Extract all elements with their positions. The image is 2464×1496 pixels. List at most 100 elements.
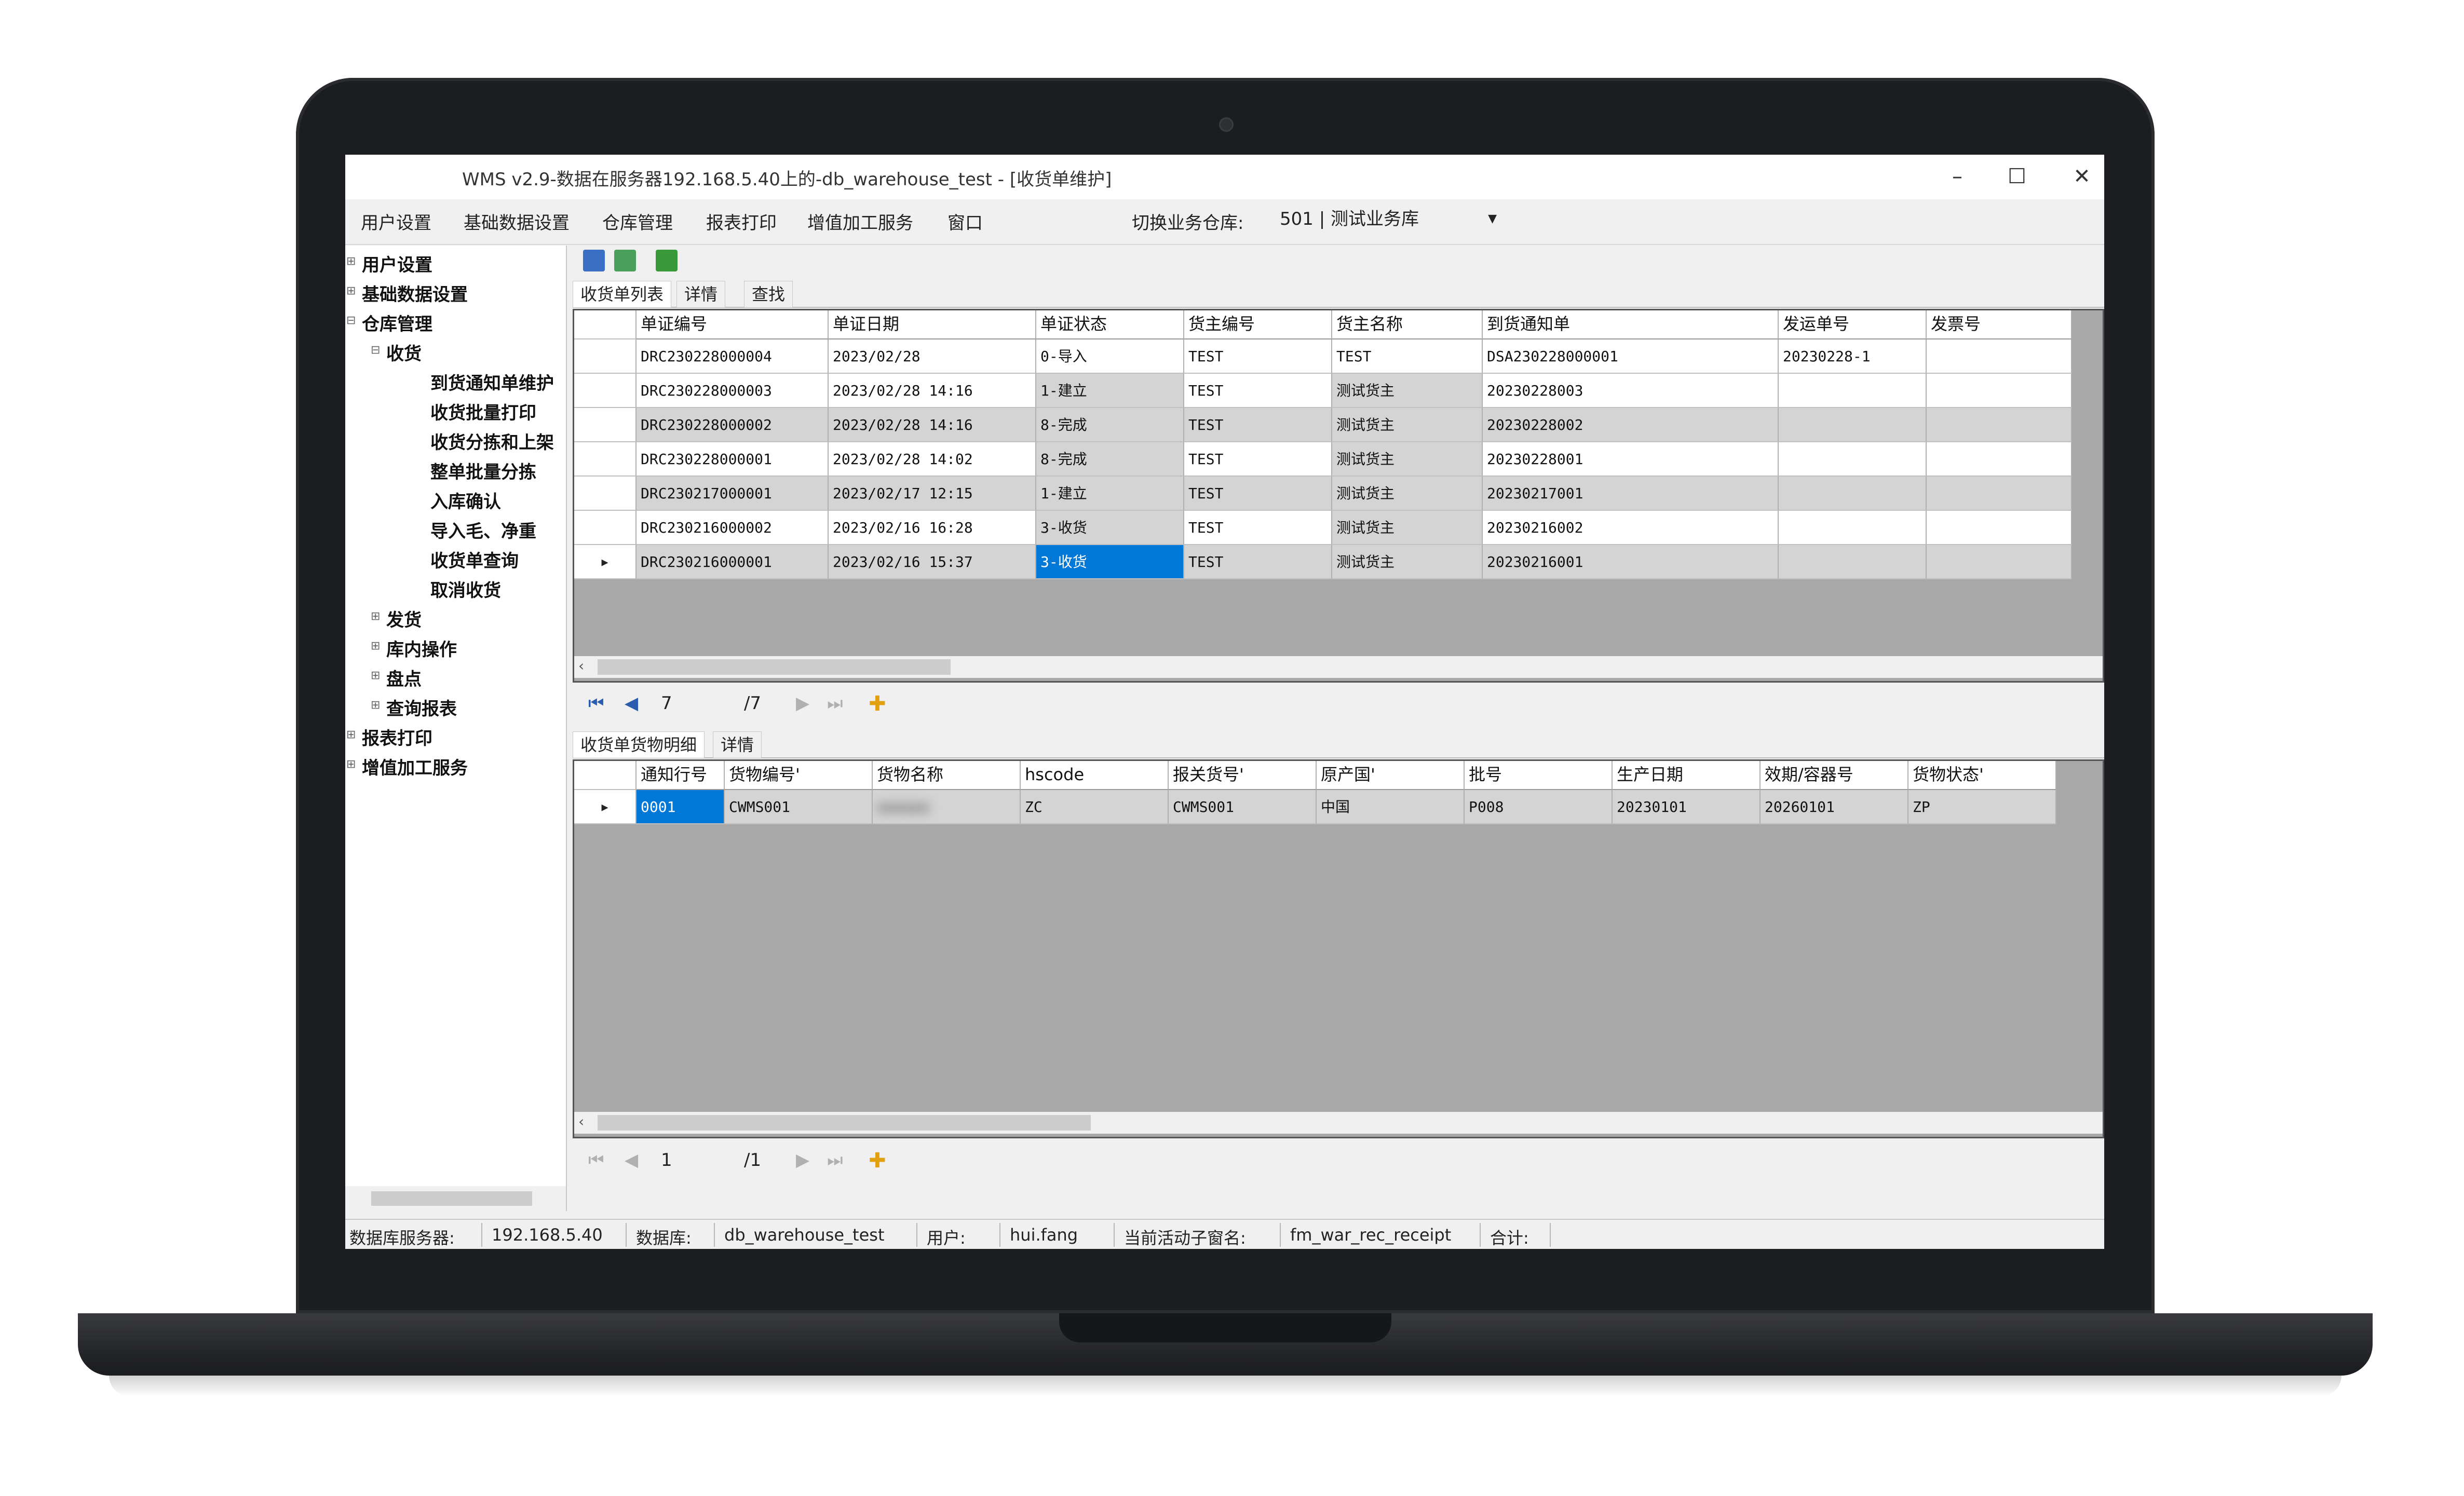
table-row[interactable]: DRC230228000003 2023/02/28 14:16 1-建立 TEST 测… xyxy=(574,374,2103,408)
table-cell[interactable]: 测试货主 xyxy=(1332,442,1483,477)
table-cell[interactable]: TEST xyxy=(1332,339,1483,374)
tree-node[interactable]: 收货 xyxy=(386,339,422,365)
table-cell[interactable] xyxy=(1779,442,1927,477)
table-row[interactable]: DRC230217000001 2023/02/17 12:15 1-建立 TEST 测… xyxy=(574,477,2103,511)
table-cell[interactable]: TEST xyxy=(1184,339,1332,374)
table-cell[interactable]: DRC230216000002 xyxy=(637,511,829,545)
table-cell[interactable]: 20230101 xyxy=(1613,790,1761,824)
row-header[interactable]: ▸ xyxy=(574,790,637,824)
column-header[interactable]: 报关货号' xyxy=(1169,761,1317,790)
table-cell[interactable]: TEST xyxy=(1184,408,1332,442)
table-cell[interactable]: 2023/02/16 15:37 xyxy=(829,545,1036,579)
column-header[interactable]: 单证日期 xyxy=(829,310,1036,339)
table-cell[interactable]: 测试货主 xyxy=(1332,477,1483,511)
table-cell[interactable] xyxy=(1927,545,2072,579)
table-cell[interactable] xyxy=(1927,442,2072,477)
column-header[interactable]: 单证编号 xyxy=(637,310,829,339)
scroll-left-icon[interactable]: ‹ xyxy=(578,1113,584,1130)
table-cell[interactable]: CWMS001 xyxy=(1169,790,1317,824)
table-row[interactable]: DRC230216000002 2023/02/16 16:28 3-收货 TEST 测… xyxy=(574,511,2103,545)
table-cell[interactable]: 0-导入 xyxy=(1036,339,1184,374)
save-icon[interactable] xyxy=(583,250,605,271)
tree-scrollbar[interactable] xyxy=(345,1186,566,1211)
minimize-button[interactable]: – xyxy=(1929,160,1986,193)
maximize-button[interactable]: ☐ xyxy=(1988,160,2046,193)
column-header[interactable]: 货物编号' xyxy=(725,761,873,790)
column-header[interactable]: 货主编号 xyxy=(1184,310,1332,339)
table-cell[interactable]: TEST xyxy=(1184,477,1332,511)
table-cell[interactable]: 0001 xyxy=(637,790,725,824)
prev-page-icon[interactable]: ◀ xyxy=(625,693,638,714)
tab-receipt-list[interactable]: 收货单列表 xyxy=(573,281,672,307)
row-header[interactable] xyxy=(574,511,637,545)
menu-value-added[interactable]: 增值加工服务 xyxy=(807,209,913,234)
column-header[interactable]: 生产日期 xyxy=(1613,761,1761,790)
add-icon[interactable]: ✚ xyxy=(869,1149,886,1173)
table-cell[interactable]: 1-建立 xyxy=(1036,374,1184,408)
tree-node[interactable]: 报表打印 xyxy=(362,724,432,750)
table-cell[interactable] xyxy=(1779,408,1927,442)
next-page-icon[interactable]: ▶ xyxy=(796,693,809,714)
tree-node[interactable]: 整单批量分拣 xyxy=(430,458,536,483)
close-button[interactable]: ✕ xyxy=(2053,160,2104,193)
table-cell[interactable]: 8-完成 xyxy=(1036,408,1184,442)
row-header[interactable] xyxy=(574,374,637,408)
tree-expand-icon[interactable]: ⊞ xyxy=(371,610,380,623)
tree-node[interactable]: 收货批量打印 xyxy=(430,399,536,424)
column-header[interactable]: 货物名称 xyxy=(873,761,1021,790)
column-header[interactable]: hscode xyxy=(1021,761,1169,790)
table-cell[interactable]: TEST xyxy=(1184,374,1332,408)
table-cell[interactable]: 2023/02/28 xyxy=(829,339,1036,374)
tree-node[interactable]: 库内操作 xyxy=(386,635,457,661)
menu-basic-data[interactable]: 基础数据设置 xyxy=(464,209,570,234)
tree-node[interactable]: 发货 xyxy=(386,606,422,631)
tree-expand-icon[interactable]: ⊞ xyxy=(346,758,356,771)
tree-expand-icon[interactable]: ⊟ xyxy=(371,344,380,357)
table-cell[interactable]: TEST xyxy=(1184,442,1332,477)
table-row[interactable]: ▸ 0001 CWMS001 ■■■■■■ ZC CWMS001 中国 P008 2023010… xyxy=(574,790,2103,824)
menu-report-print[interactable]: 报表打印 xyxy=(706,209,777,234)
table-cell[interactable]: 2023/02/28 14:16 xyxy=(829,408,1036,442)
tree-expand-icon[interactable]: ⊞ xyxy=(346,255,356,268)
grid-scrollbar[interactable]: ‹ xyxy=(574,656,2103,678)
table-cell[interactable]: 测试货主 xyxy=(1332,511,1483,545)
tree-expand-icon[interactable]: ⊞ xyxy=(371,640,380,652)
table-cell[interactable]: DSA230228000001 xyxy=(1483,339,1779,374)
tree-node[interactable]: 基础数据设置 xyxy=(362,280,468,306)
table-row[interactable]: ▸ DRC230216000001 2023/02/16 15:37 3-收货 TEST… xyxy=(574,545,2103,579)
table-cell[interactable] xyxy=(1927,408,2072,442)
column-header[interactable]: 通知行号 xyxy=(637,761,725,790)
export-icon[interactable] xyxy=(656,250,678,271)
table-cell[interactable]: 20230216002 xyxy=(1483,511,1779,545)
tab-goods-detail[interactable]: 收货单货物明细 xyxy=(573,731,705,758)
table-cell[interactable]: 2023/02/16 16:28 xyxy=(829,511,1036,545)
tree-expand-icon[interactable]: ⊞ xyxy=(371,699,380,712)
bottom-pager-current[interactable]: 1 xyxy=(661,1150,672,1171)
table-row[interactable]: DRC230228000002 2023/02/28 14:16 8-完成 TEST 测… xyxy=(574,408,2103,442)
tree-node[interactable]: 导入毛、净重 xyxy=(430,517,536,542)
table-cell[interactable]: 20230217001 xyxy=(1483,477,1779,511)
table-cell[interactable]: DRC230228000004 xyxy=(637,339,829,374)
menu-warehouse[interactable]: 仓库管理 xyxy=(602,209,673,234)
tree-node[interactable]: 入库确认 xyxy=(430,487,501,513)
table-cell[interactable] xyxy=(1779,511,1927,545)
column-header[interactable]: 到货通知单 xyxy=(1483,310,1779,339)
table-cell[interactable]: 20260101 xyxy=(1761,790,1908,824)
table-cell[interactable]: CWMS001 xyxy=(725,790,873,824)
column-header[interactable]: 货主名称 xyxy=(1332,310,1483,339)
table-cell[interactable]: P008 xyxy=(1465,790,1613,824)
table-cell[interactable] xyxy=(1927,477,2072,511)
row-header[interactable] xyxy=(574,477,637,511)
tree-node[interactable]: 仓库管理 xyxy=(362,310,432,335)
table-cell[interactable]: 1-建立 xyxy=(1036,477,1184,511)
last-page-icon[interactable]: ⏭ xyxy=(827,693,843,714)
table-cell[interactable]: DRC230217000001 xyxy=(637,477,829,511)
table-cell[interactable]: 3-收货 xyxy=(1036,511,1184,545)
table-cell[interactable]: ZP xyxy=(1908,790,2056,824)
add-icon[interactable]: ✚ xyxy=(869,692,886,716)
table-cell[interactable]: 20230216001 xyxy=(1483,545,1779,579)
table-cell[interactable]: 2023/02/17 12:15 xyxy=(829,477,1036,511)
table-cell[interactable]: ZC xyxy=(1021,790,1169,824)
table-cell[interactable] xyxy=(1927,511,2072,545)
table-cell[interactable]: 20230228002 xyxy=(1483,408,1779,442)
